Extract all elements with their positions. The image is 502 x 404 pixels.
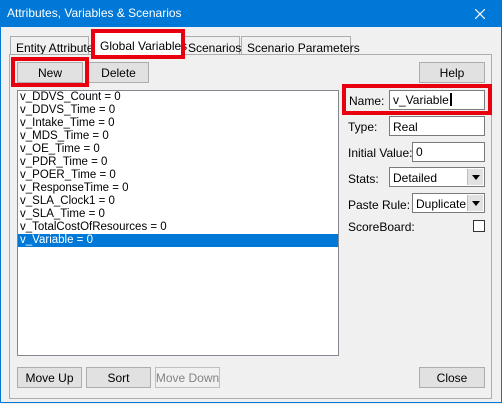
scoreboard-label: ScoreBoard: — [348, 220, 415, 234]
tab-label: Global Variables — [100, 39, 188, 53]
delete-button-label: Delete — [101, 65, 136, 80]
stats-value: Detailed — [393, 171, 438, 185]
delete-button[interactable]: Delete — [88, 62, 149, 83]
sort-button[interactable]: Sort — [86, 367, 151, 388]
tab-global-variables[interactable]: Global Variables — [94, 32, 187, 56]
type-select[interactable]: Real — [389, 116, 485, 136]
list-item[interactable]: v_MDS_Time = 0 — [18, 130, 338, 143]
name-field[interactable]: v_Variable — [389, 90, 485, 110]
stats-dropdown-button[interactable] — [467, 169, 483, 185]
stats-select[interactable]: Detailed — [389, 167, 485, 187]
sort-label: Sort — [107, 370, 130, 385]
help-button[interactable]: Help — [419, 62, 485, 83]
initial-value-label: Initial Value: — [348, 146, 413, 160]
title-bar: Attributes, Variables & Scenarios — [0, 0, 502, 27]
tab-scenarios[interactable]: Scenarios — [182, 36, 242, 56]
paste-rule-label: Paste Rule: — [348, 198, 411, 212]
tab-label: Scenario Parameters — [247, 41, 360, 55]
tab-entity-attributes[interactable]: Entity Attributes — [10, 36, 99, 56]
text-cursor — [449, 93, 452, 106]
tab-scenario-parameters[interactable]: Scenario Parameters — [241, 36, 360, 56]
list-item[interactable]: v_OE_Time = 0 — [18, 143, 338, 156]
initial-value-field[interactable]: 0 — [412, 142, 485, 162]
close-button[interactable]: Close — [419, 367, 485, 388]
close-icon — [475, 8, 485, 19]
list-item[interactable]: v_DDVS_Count = 0 — [18, 91, 338, 104]
type-value: Real — [393, 120, 418, 134]
initial-value: 0 — [416, 145, 423, 159]
new-button-label: New — [37, 65, 62, 80]
list-item[interactable]: v_Intake_Time = 0 — [18, 117, 338, 130]
paste-rule-value: Duplicate — [416, 197, 467, 211]
new-button[interactable]: New — [17, 62, 83, 83]
move-down-label: Move Down — [155, 370, 220, 385]
name-label: Name: — [349, 94, 385, 108]
chevron-down-icon — [471, 200, 480, 206]
list-item[interactable]: v_Variable = 0 — [18, 234, 338, 247]
name-value: v_Variable — [393, 93, 449, 107]
list-item[interactable]: v_SLA_Time = 0 — [18, 208, 338, 221]
paste-rule-select[interactable]: Duplicate — [412, 193, 485, 213]
list-item[interactable]: v_SLA_Clock1 = 0 — [18, 195, 338, 208]
chevron-down-icon — [471, 174, 480, 180]
help-button-label: Help — [439, 65, 465, 80]
list-item[interactable]: v_ResponseTime = 0 — [18, 182, 338, 195]
variables-listbox[interactable]: v_DDVS_Count = 0 v_DDVS_Time = 0 v_Intake_… — [17, 90, 339, 356]
tab-label: Entity Attributes — [16, 41, 100, 55]
close-button-label: Close — [436, 370, 468, 385]
window-title: Attributes, Variables & Scenarios — [7, 6, 182, 20]
stats-label: Stats: — [348, 172, 379, 186]
scoreboard-checkbox[interactable] — [473, 220, 485, 232]
move-up-button[interactable]: Move Up — [17, 367, 82, 388]
type-label: Type: — [348, 120, 378, 134]
move-down-button[interactable]: Move Down — [155, 367, 220, 388]
paste-rule-dropdown-button[interactable] — [467, 195, 483, 211]
list-item[interactable]: v_TotalCostOfResources = 0 — [18, 221, 338, 234]
move-up-label: Move Up — [25, 370, 74, 385]
tab-label: Scenarios — [188, 41, 242, 55]
list-item[interactable]: v_DDVS_Time = 0 — [18, 104, 338, 117]
list-item[interactable]: v_PDR_Time = 0 — [18, 156, 338, 169]
close-window-button[interactable] — [458, 0, 502, 27]
list-item[interactable]: v_POER_Time = 0 — [18, 169, 338, 182]
